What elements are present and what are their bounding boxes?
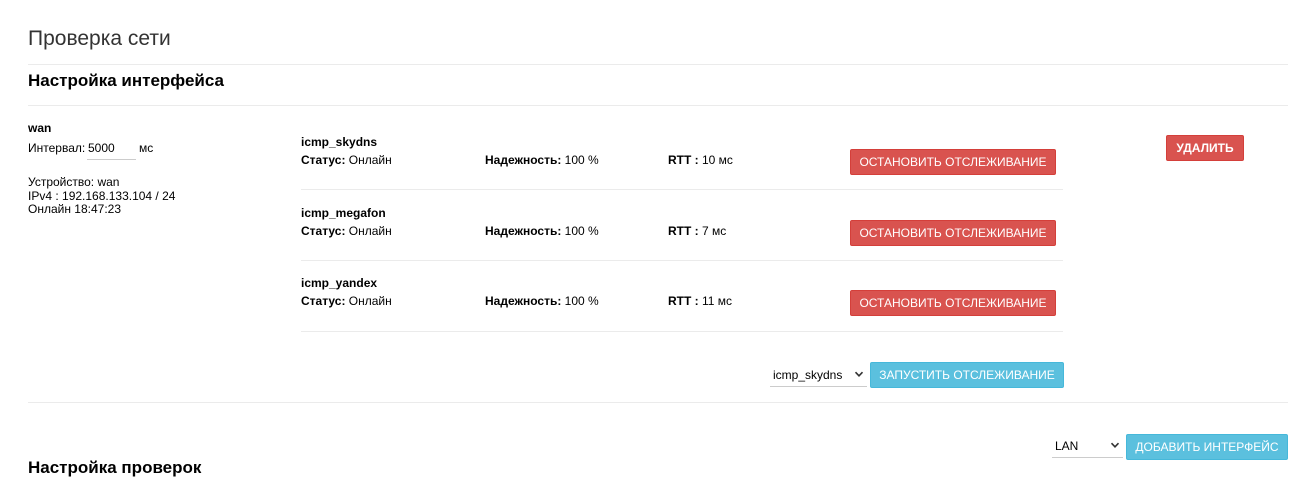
stop-monitoring-button[interactable]: ОСТАНОВИТЬ ОТСЛЕЖИВАНИЕ: [850, 290, 1056, 316]
rtt-label: RTT :: [668, 224, 699, 238]
device-line: Устройство: wan: [28, 175, 120, 189]
interface-select-value: LAN: [1055, 438, 1079, 453]
monitor-reliability: Надежность: 100 %: [485, 294, 599, 308]
stop-monitoring-button[interactable]: ОСТАНОВИТЬ ОТСЛЕЖИВАНИЕ: [850, 149, 1056, 175]
monitor-rtt: RTT : 7 мс: [668, 224, 726, 238]
chevron-down-icon: [1110, 442, 1120, 448]
interface-name: wan: [28, 121, 52, 135]
delete-interface-button[interactable]: УДАЛИТЬ: [1166, 135, 1244, 161]
divider: [28, 105, 1288, 106]
interface-panel: wan Интервал: мс Устройство: wan IPv4 : …: [28, 121, 278, 216]
start-monitoring-button[interactable]: ЗАПУСТИТЬ ОТСЛЕЖИВАНИЕ: [870, 362, 1064, 388]
interfaces-section-title: Настройка интерфейса: [28, 71, 224, 90]
network-check-page: Проверка сети Настройка интерфейса wan И…: [0, 0, 1312, 488]
reliability-label: Надежность:: [485, 294, 562, 308]
divider: [28, 64, 1288, 65]
monitor-select-value: icmp_skydns: [773, 367, 843, 382]
rtt-value: 11 мс: [698, 294, 733, 308]
divider: [28, 402, 1288, 403]
monitor-reliability: Надежность: 100 %: [485, 224, 599, 238]
online-line: Онлайн 18:47:23: [28, 202, 122, 216]
monitor-status: Статус: Онлайн: [301, 294, 392, 308]
rtt-label: RTT :: [668, 153, 699, 167]
reliability-value: 100 %: [561, 294, 599, 308]
stop-monitoring-button[interactable]: ОСТАНОВИТЬ ОТСЛЕЖИВАНИЕ: [850, 220, 1056, 246]
add-interface-button[interactable]: ДОБАВИТЬ ИНТЕРФЕЙС: [1126, 434, 1288, 460]
monitor-rtt: RTT : 11 мс: [668, 294, 732, 308]
monitor-row-skydns: icmp_skydns Статус: Онлайн Надежность: 1…: [301, 135, 1063, 190]
monitor-status: Статус: Онлайн: [301, 153, 392, 167]
reliability-value: 100 %: [561, 224, 599, 238]
interval-label: Интервал:: [28, 141, 86, 155]
reliability-label: Надежность:: [485, 153, 562, 167]
monitor-status: Статус: Онлайн: [301, 224, 392, 238]
monitor-row-megafon: icmp_megafon Статус: Онлайн Надежность: …: [301, 206, 1063, 261]
monitor-name: icmp_yandex: [301, 276, 378, 290]
rtt-label: RTT :: [668, 294, 699, 308]
interface-select[interactable]: LAN: [1052, 434, 1123, 458]
monitor-name: icmp_megafon: [301, 206, 386, 220]
monitor-name: icmp_skydns: [301, 135, 378, 149]
status-label: Статус:: [301, 294, 346, 308]
ipv4-line: IPv4 : 192.168.133.104 / 24: [28, 188, 176, 203]
status-value: Онлайн: [345, 153, 392, 167]
chevron-down-icon: [854, 371, 864, 377]
monitor-row-yandex: icmp_yandex Статус: Онлайн Надежность: 1…: [301, 276, 1063, 332]
monitor-reliability: Надежность: 100 %: [485, 153, 599, 167]
checks-section-title: Настройка проверок: [28, 458, 202, 477]
status-value: Онлайн: [345, 224, 392, 238]
reliability-value: 100 %: [561, 153, 599, 167]
rtt-value: 10 мс: [698, 153, 733, 167]
monitor-select[interactable]: icmp_skydns: [770, 363, 867, 387]
interval-unit: мс: [139, 141, 154, 155]
reliability-label: Надежность:: [485, 224, 562, 238]
interface-info: Устройство: wan IPv4 : 192.168.133.104 /…: [28, 175, 176, 217]
monitor-rtt: RTT : 10 мс: [668, 153, 733, 167]
interval-input[interactable]: [87, 137, 136, 160]
interval-row: Интервал: мс: [28, 137, 278, 161]
status-value: Онлайн: [345, 294, 392, 308]
status-label: Статус:: [301, 224, 346, 238]
status-label: Статус:: [301, 153, 346, 167]
rtt-value: 7 мс: [698, 224, 727, 238]
page-title: Проверка сети: [28, 27, 171, 50]
